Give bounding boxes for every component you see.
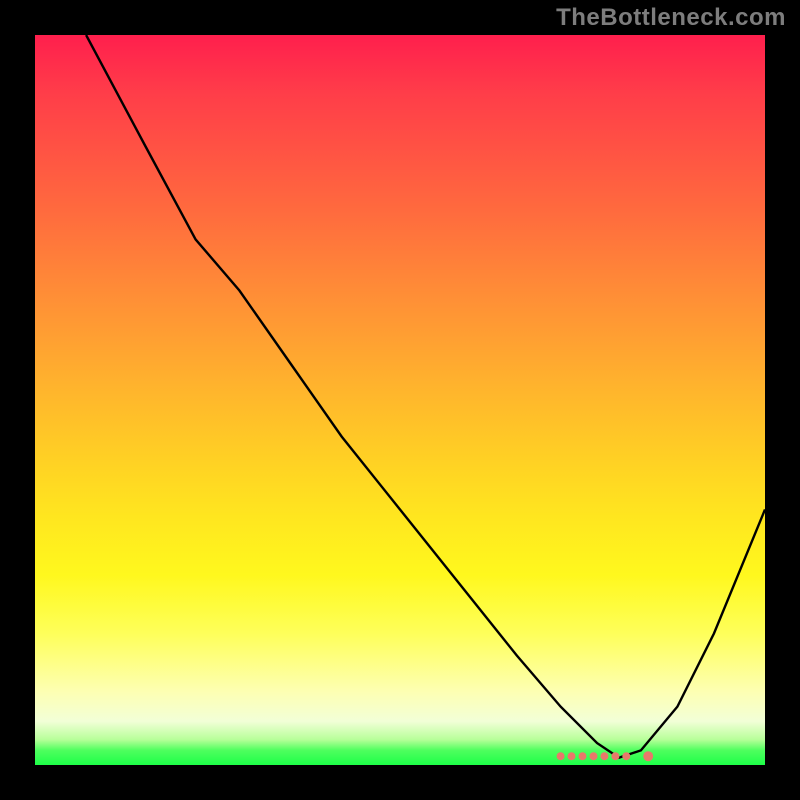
- chart-svg: [35, 35, 765, 765]
- marker-dot: [557, 752, 565, 760]
- plot-area: [35, 35, 765, 765]
- marker-dot: [579, 752, 587, 760]
- min-band-markers: [557, 751, 654, 761]
- marker-dot: [622, 752, 630, 760]
- marker-dot: [643, 751, 653, 761]
- marker-dot: [590, 752, 598, 760]
- marker-dot: [568, 752, 576, 760]
- watermark-text: TheBottleneck.com: [556, 4, 786, 32]
- chart-frame: TheBottleneck.com: [0, 0, 800, 800]
- marker-dot: [600, 752, 608, 760]
- curve-line: [86, 35, 765, 758]
- marker-dot: [611, 752, 619, 760]
